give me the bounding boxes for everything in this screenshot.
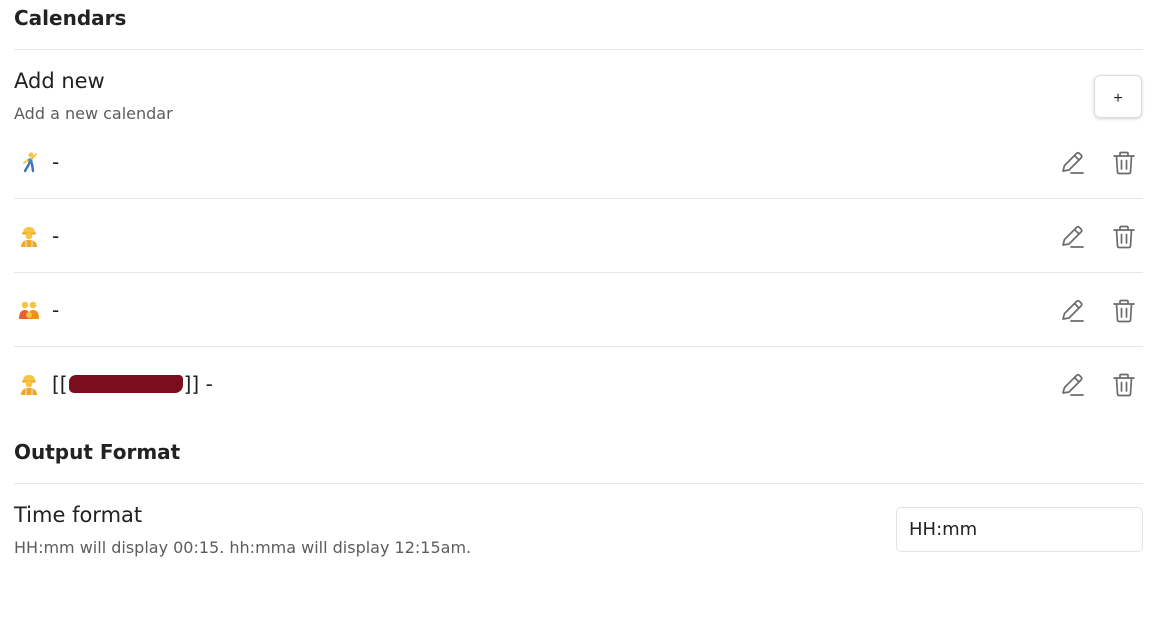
calendar-label: -: [52, 224, 60, 248]
calendar-label: -: [52, 298, 60, 322]
divider: [14, 198, 1143, 199]
time-format-title: Time format: [14, 503, 143, 527]
add-new-title: Add new: [14, 69, 105, 93]
time-format-description: HH:mm will display 00:15. hh:mma will di…: [14, 538, 472, 557]
trash-icon[interactable]: [1110, 149, 1138, 177]
construction-worker-icon: [21, 375, 37, 395]
trash-icon[interactable]: [1110, 223, 1138, 251]
construction-worker-icon: [21, 227, 37, 247]
calendar-row: -: [14, 291, 1143, 331]
settings-page: Calendars Add new Add a new calendar + -: [0, 0, 1158, 638]
divider: [14, 49, 1143, 50]
pencil-icon[interactable]: [1058, 371, 1086, 399]
time-format-input[interactable]: [896, 507, 1143, 552]
calendar-row: [[]] -: [14, 365, 1143, 405]
two-people-icon: [19, 301, 39, 319]
person-dancing-icon: [23, 152, 37, 173]
pencil-icon[interactable]: [1058, 149, 1086, 177]
divider: [14, 346, 1143, 347]
calendar-label: [[]] -: [52, 372, 213, 396]
calendar-row: -: [14, 217, 1143, 257]
trash-icon[interactable]: [1110, 297, 1138, 325]
calendar-label: -: [52, 150, 60, 174]
pencil-icon[interactable]: [1058, 297, 1086, 325]
redacted-text: [68, 375, 183, 393]
pencil-icon[interactable]: [1058, 223, 1086, 251]
divider: [14, 272, 1143, 273]
add-new-description: Add a new calendar: [14, 104, 173, 123]
calendar-row: -: [14, 143, 1143, 183]
add-calendar-button[interactable]: +: [1094, 75, 1142, 118]
divider: [14, 483, 1143, 484]
output-format-heading: Output Format: [14, 440, 181, 464]
trash-icon[interactable]: [1110, 371, 1138, 399]
calendars-heading: Calendars: [14, 6, 127, 30]
